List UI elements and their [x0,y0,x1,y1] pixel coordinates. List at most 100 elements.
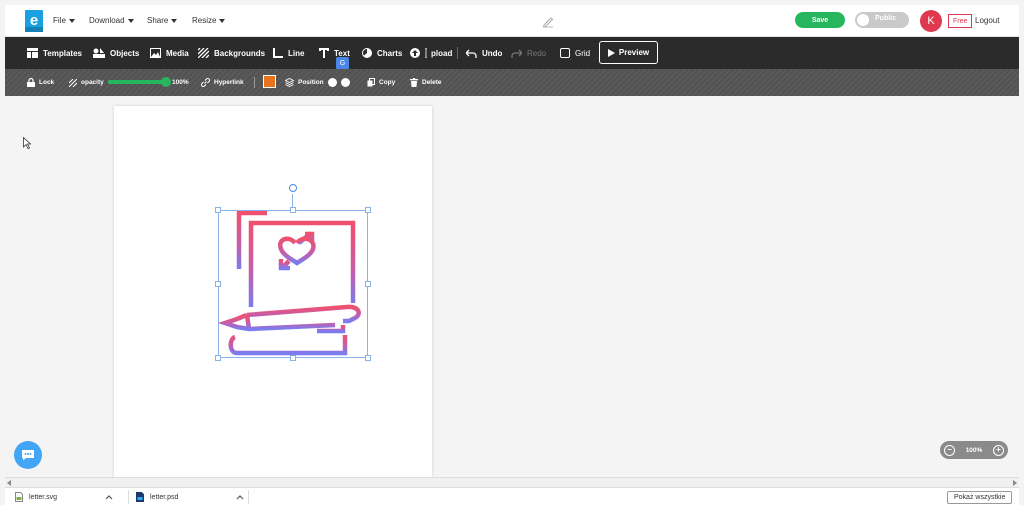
preview-label: Preview [618,48,650,57]
svg-text:e: e [30,12,38,29]
templates-button[interactable]: Templates [27,37,82,69]
charts-button[interactable]: Charts [362,37,402,69]
zoom-level: 100% [965,446,983,454]
design-canvas[interactable] [114,106,432,477]
text-cursor-icon [425,48,427,58]
download-item-svg[interactable]: letter.svg [15,488,113,505]
templates-icon [27,48,38,58]
selection-box[interactable] [215,207,371,361]
media-label: Media [166,48,189,58]
scroll-left-icon[interactable] [7,480,11,486]
rename-pencil-icon[interactable] [541,14,555,28]
workspace: − 100% + [5,96,1019,477]
download-file-name: letter.svg [29,493,58,501]
caret-down-icon [171,18,178,23]
redo-icon [511,49,522,58]
menu-resize-label: Resize [192,16,217,25]
download-item-psd[interactable]: letter.psd [136,488,244,505]
objects-icon [93,48,105,58]
link-icon [201,78,210,87]
top-menu-bar: e File Download Share Resize Save Public… [5,5,1019,37]
logout-link[interactable]: Logout [975,16,999,25]
upload-button[interactable]: pload [410,37,452,69]
download-divider [128,490,129,504]
opacity-control: opacity [69,69,104,96]
redo-label: Redo [527,48,547,58]
chat-bubble-icon [22,450,34,461]
backgrounds-icon [198,48,209,58]
redo-button[interactable]: Redo [511,37,546,69]
delete-label: Delete [422,79,442,86]
backgrounds-label: Backgrounds [214,48,266,58]
grid-checkbox[interactable] [560,48,570,58]
grid-toggle[interactable]: Grid [560,37,590,69]
layers-icon [285,78,294,87]
public-toggle[interactable]: Public [855,12,909,28]
plan-badge[interactable]: Free [948,14,973,28]
backgrounds-button[interactable]: Backgrounds [198,37,265,69]
objects-label: Objects [110,48,140,58]
chevron-up-icon[interactable] [236,494,244,500]
copy-label: Copy [379,79,396,86]
opacity-slider[interactable] [108,77,171,87]
scroll-right-icon[interactable] [1013,480,1017,486]
media-button[interactable]: Media [150,37,189,69]
menu-download[interactable]: Download [89,16,134,25]
position-label: Position [298,79,324,86]
preview-button[interactable]: Preview [599,41,658,64]
delete-button[interactable]: Delete [410,69,442,96]
menu-file[interactable]: File [53,16,75,25]
avatar[interactable]: K [920,10,942,32]
lock-button[interactable]: Lock [27,69,54,96]
download-divider [248,490,249,504]
hyperlink-button[interactable]: Hyperlink [201,69,244,96]
opacity-slider-fill [108,80,168,84]
menu-resize[interactable]: Resize [192,16,226,25]
love-letter-scroll-icon[interactable] [219,211,369,359]
property-bar: Lock opacity 100% Hyperlink Position Cop… [5,69,1019,96]
horizontal-scrollbar[interactable] [5,477,1019,487]
objects-button[interactable]: Objects [93,37,139,69]
rotate-handle-icon[interactable] [289,184,297,192]
undo-icon [466,49,477,58]
svg-file-icon [15,492,23,502]
upload-icon [410,48,420,58]
app-logo-icon[interactable]: e [25,10,43,32]
downloads-bar: letter.svg letter.psd Pokaż wszystkie [5,487,1019,505]
chevron-up-icon[interactable] [105,494,113,500]
pie-chart-icon [362,48,372,58]
lock-icon [27,78,35,87]
menu-share[interactable]: Share [147,16,178,25]
main-toolbar: Templates Objects Media Backgrounds Line… [5,37,1019,69]
line-button[interactable]: Line [273,37,304,69]
property-divider [254,77,255,88]
opacity-slider-thumb[interactable] [161,77,171,87]
send-backward-icon[interactable] [340,78,350,87]
copy-button[interactable]: Copy [367,69,395,96]
templates-label: Templates [43,48,82,58]
zoom-out-icon[interactable]: − [944,444,955,456]
toolbar-divider [457,47,458,59]
caret-down-icon [68,18,75,23]
opacity-value: 100% [172,79,189,86]
fill-color-swatch[interactable] [263,75,276,88]
charts-label: Charts [377,48,403,58]
lock-label: Lock [39,79,55,86]
undo-button[interactable]: Undo [466,37,502,69]
line-label: Line [288,48,305,58]
zoom-control: − 100% + [940,441,1008,459]
trash-icon [410,78,418,87]
play-icon [607,48,615,57]
opacity-icon [69,78,77,87]
toggle-knob [857,14,869,26]
menu-file-label: File [53,16,66,25]
download-file-name: letter.psd [150,493,179,501]
show-all-downloads-button[interactable]: Pokaż wszystkie [947,491,1013,504]
zoom-in-icon[interactable]: + [993,444,1004,456]
bring-forward-icon[interactable] [327,78,337,87]
grid-label: Grid [575,48,591,58]
media-icon [150,48,161,58]
save-button[interactable]: Save [795,12,845,28]
chat-button[interactable] [14,441,42,469]
app-window: e File Download Share Resize Save Public… [0,0,1024,505]
